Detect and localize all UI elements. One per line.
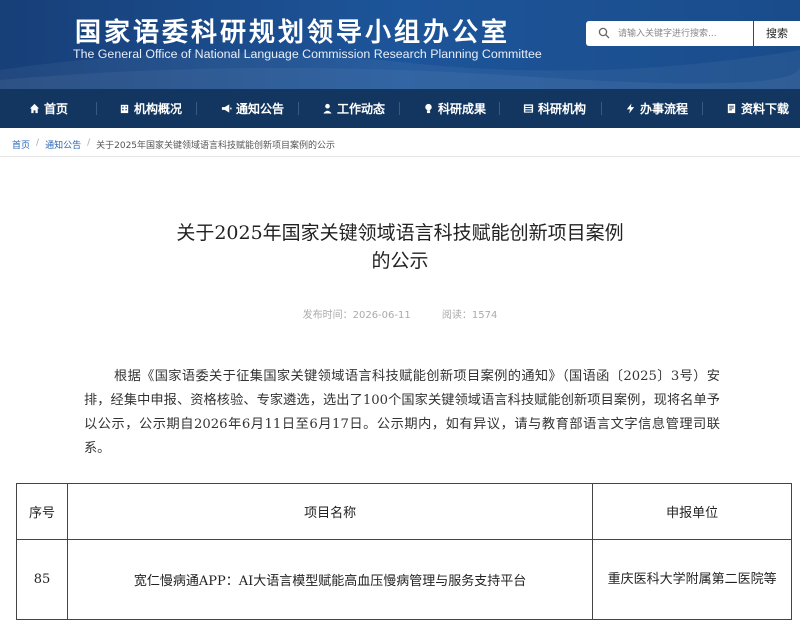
nav-item-label: 首页 xyxy=(44,102,69,116)
column-header-unit: 申报单位 xyxy=(592,483,792,540)
nav-item-notices[interactable]: 通知公告 xyxy=(221,89,284,128)
nav-divider xyxy=(399,102,400,115)
nav-item-label: 资料下载 xyxy=(741,102,790,116)
site-subtitle: The General Office of National Language … xyxy=(73,47,542,61)
article-title: 关于2025年国家关键领域语言科技赋能创新项目案例 的公示 xyxy=(100,219,700,275)
institution-icon xyxy=(523,104,534,113)
home-icon xyxy=(29,103,40,114)
nav-divider xyxy=(96,102,97,115)
breadcrumb-current: 关于2025年国家关键领域语言科技赋能创新项目案例的公示 xyxy=(96,141,336,151)
breadcrumb-section-link[interactable]: 通知公告 xyxy=(45,138,81,151)
nav-item-label: 通知公告 xyxy=(236,102,285,116)
search-input[interactable] xyxy=(618,24,748,43)
nav-divider xyxy=(196,102,197,115)
nav-item-about[interactable]: 机构概况 xyxy=(119,89,182,128)
nav-item-label: 科研成果 xyxy=(438,102,487,116)
column-header-number: 序号 xyxy=(16,483,68,540)
nav-item-label: 办事流程 xyxy=(640,102,689,116)
breadcrumb-home-link[interactable]: 首页 xyxy=(12,138,30,151)
workflow-icon xyxy=(626,103,635,114)
search-box xyxy=(586,21,753,46)
search-button[interactable]: 搜索 xyxy=(754,21,800,46)
article-meta: 发布时间：2026-06-11 阅读：1574 xyxy=(0,306,800,321)
nav-divider xyxy=(601,102,602,115)
site-header: 国家语委科研规划领导小组办公室 The General Office of Na… xyxy=(0,0,800,89)
breadcrumb-separator: / xyxy=(36,138,40,148)
article-title-line: 的公示 xyxy=(371,250,429,272)
megaphone-icon xyxy=(221,104,232,113)
lightbulb-icon xyxy=(425,103,432,114)
nav-divider xyxy=(499,102,500,115)
person-icon xyxy=(323,103,332,114)
article-title-line: 关于2025年国家关键领域语言科技赋能创新项目案例 xyxy=(176,222,624,244)
column-header-project: 项目名称 xyxy=(66,483,594,540)
nav-divider xyxy=(298,102,299,115)
nav-item-procedures[interactable]: 办事流程 xyxy=(625,89,688,128)
breadcrumb-separator: / xyxy=(87,138,91,148)
nav-item-label: 工作动态 xyxy=(337,102,386,116)
nav-item-news[interactable]: 工作动态 xyxy=(322,89,385,128)
nav-item-institutions[interactable]: 科研机构 xyxy=(523,89,586,128)
download-icon xyxy=(727,103,736,114)
cell-project-name: 宽仁慢病通APP：AI大语言模型赋能高血压慢病管理与服务支持平台 xyxy=(66,539,594,620)
main-nav: 首页 机构概况 通知公告 工作动态 科研成果 科研机构 办事流程 资料下载 xyxy=(0,89,800,128)
cases-table: 序号 项目名称 申报单位 85 宽仁慢病通APP：AI大语言模型赋能高血压慢病管… xyxy=(16,483,792,620)
search-icon xyxy=(598,27,610,39)
view-count: 阅读：1574 xyxy=(441,310,498,321)
nav-item-downloads[interactable]: 资料下载 xyxy=(726,89,789,128)
building-icon xyxy=(120,104,129,114)
nav-item-home[interactable]: 首页 xyxy=(29,89,68,128)
nav-item-label: 机构概况 xyxy=(134,102,183,116)
breadcrumb-divider xyxy=(0,156,800,157)
article-body: 根据《国家语委关于征集国家关键领域语言科技赋能创新项目案例的通知》（国语函〔20… xyxy=(84,369,720,456)
table-header-row: 序号 项目名称 申报单位 xyxy=(16,483,792,540)
nav-item-results[interactable]: 科研成果 xyxy=(423,89,486,128)
nav-divider xyxy=(702,102,703,115)
nav-item-label: 科研机构 xyxy=(538,102,587,116)
breadcrumb: 首页 / 通知公告 / 关于2025年国家关键领域语言科技赋能创新项目案例的公示 xyxy=(12,138,335,151)
cell-applicant-unit: 重庆医科大学附属第二医院等 xyxy=(592,539,792,620)
table-row: 85 宽仁慢病通APP：AI大语言模型赋能高血压慢病管理与服务支持平台 重庆医科… xyxy=(16,539,792,620)
cell-number: 85 xyxy=(16,539,68,620)
publish-date: 发布时间：2026-06-11 xyxy=(302,310,411,321)
site-title[interactable]: 国家语委科研规划领导小组办公室 xyxy=(75,12,510,49)
